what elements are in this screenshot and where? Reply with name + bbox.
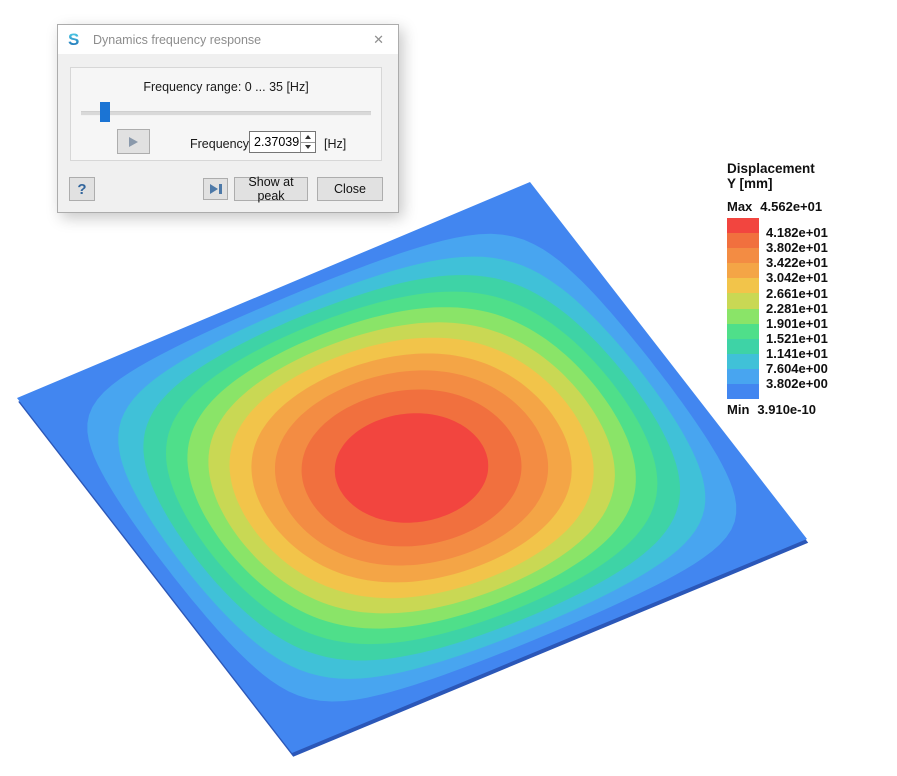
legend-tick-value: 1.521e+01	[766, 332, 828, 346]
legend-tick-value: 2.661e+01	[766, 287, 828, 301]
legend-swatch	[727, 233, 759, 248]
dialog-title: Dynamics frequency response	[93, 33, 369, 47]
close-icon[interactable]: ✕	[369, 31, 388, 48]
color-legend: Displacement Y [mm] Max 4.562e+01 4.182e…	[727, 161, 857, 417]
dialog-titlebar[interactable]: S Dynamics frequency response ✕	[58, 25, 398, 54]
skip-to-end-bar-icon	[219, 184, 222, 194]
legend-tick-value: 1.141e+01	[766, 347, 828, 361]
legend-tick-value: 3.802e+01	[766, 241, 828, 255]
legend-title-line2: Y [mm]	[727, 176, 857, 191]
legend-swatch	[727, 384, 759, 399]
svg-text:S: S	[68, 30, 79, 49]
legend-tick-value: 3.422e+01	[766, 256, 828, 270]
legend-max-label: Max	[727, 199, 752, 214]
arrow-up-icon	[305, 135, 311, 139]
legend-tick-value: 2.281e+01	[766, 302, 828, 316]
legend-min-label: Min	[727, 402, 749, 417]
play-button[interactable]	[117, 129, 150, 154]
legend-swatch	[727, 293, 759, 308]
legend-colorbar: 4.182e+013.802e+013.422e+013.042e+01 2.66…	[727, 218, 857, 399]
dynamics-frequency-response-dialog: S Dynamics frequency response ✕ Frequenc…	[57, 24, 399, 213]
spin-up-button[interactable]	[301, 132, 315, 143]
close-button[interactable]: Close	[317, 177, 383, 201]
frequency-spinbox	[249, 131, 316, 153]
show-at-peak-button[interactable]: Show at peak	[234, 177, 308, 201]
legend-tick-value: 3.042e+01	[766, 271, 828, 285]
frequency-slider-track[interactable]	[81, 111, 371, 116]
legend-min-row: Min 3.910e-10	[727, 402, 857, 417]
legend-swatch	[727, 263, 759, 278]
legend-tick-value: 4.182e+01	[766, 226, 828, 240]
skip-to-peak-button[interactable]	[203, 178, 228, 200]
legend-swatch	[727, 339, 759, 354]
legend-max-value: 4.562e+01	[760, 199, 822, 214]
legend-title-line1: Displacement	[727, 161, 857, 176]
hz-unit-label: [Hz]	[324, 137, 346, 151]
legend-tick-value: 1.901e+01	[766, 317, 828, 331]
legend-swatch	[727, 324, 759, 339]
legend-swatch	[727, 309, 759, 324]
app-logo-icon: S	[68, 30, 84, 49]
frequency-slider-handle[interactable]	[100, 102, 110, 122]
legend-swatch	[727, 248, 759, 263]
help-button[interactable]: ?	[69, 177, 95, 201]
legend-swatch	[727, 278, 759, 293]
legend-swatch	[727, 218, 759, 233]
frequency-input[interactable]	[250, 132, 300, 152]
frequency-range-label: Frequency range: 0 ... 35 [Hz]	[71, 80, 381, 94]
legend-swatch	[727, 369, 759, 384]
frequency-groupbox: Frequency range: 0 ... 35 [Hz] Frequency…	[70, 67, 382, 161]
legend-tick-value: 3.802e+00	[766, 377, 828, 391]
legend-swatch	[727, 354, 759, 369]
spin-down-button[interactable]	[301, 143, 315, 153]
legend-tick-value: 7.604e+00	[766, 362, 828, 376]
arrow-down-icon	[305, 145, 311, 149]
legend-max-row: Max 4.562e+01	[727, 199, 857, 214]
frequency-label: Frequency	[190, 137, 249, 151]
frequency-spinner	[300, 132, 315, 152]
skip-to-end-icon	[210, 184, 218, 194]
legend-min-value: 3.910e-10	[757, 402, 816, 417]
play-icon	[129, 137, 138, 147]
